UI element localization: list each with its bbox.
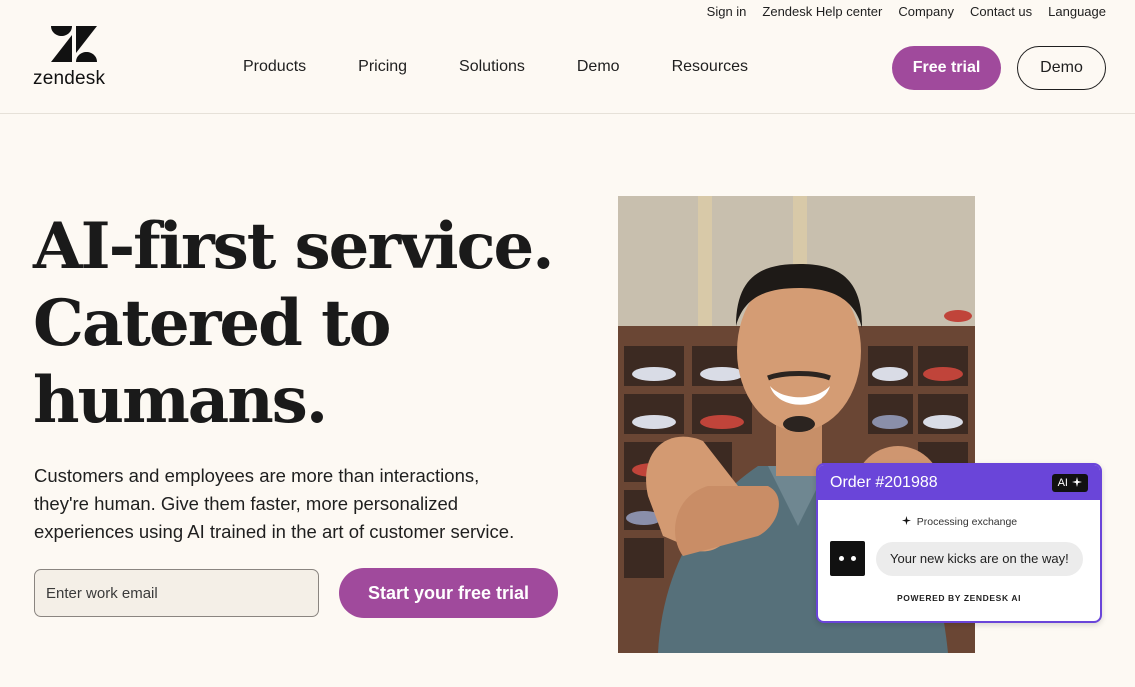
hero-title: AI-first service. Catered to humans. — [33, 208, 555, 439]
processing-status: Processing exchange — [818, 516, 1100, 528]
zendesk-logo[interactable]: zendesk — [33, 26, 123, 92]
nav-pricing[interactable]: Pricing — [358, 58, 407, 76]
chat-message-bubble: Your new kicks are on the way! — [876, 542, 1083, 576]
zendesk-logo-icon — [51, 26, 97, 62]
hero-subtitle: Customers and employees are more than in… — [34, 462, 574, 546]
processing-status-text: Processing exchange — [916, 516, 1018, 528]
hero-title-line: AI-first service. — [33, 209, 555, 284]
order-number: Order #201988 — [830, 473, 938, 491]
free-trial-button[interactable]: Free trial — [892, 46, 1001, 90]
language-link[interactable]: Language — [1048, 4, 1106, 19]
hero-title-line: Catered to — [33, 286, 391, 361]
start-free-trial-button[interactable]: Start your free trial — [339, 568, 558, 618]
logo-wordmark: zendesk — [33, 68, 106, 89]
company-link[interactable]: Company — [898, 4, 954, 19]
ai-badge: AI — [1051, 473, 1088, 492]
work-email-input[interactable] — [34, 569, 319, 617]
hero-title-line: humans. — [33, 363, 328, 438]
ai-badge-label: AI — [1057, 476, 1068, 489]
sign-in-link[interactable]: Sign in — [707, 4, 747, 19]
contact-us-link[interactable]: Contact us — [970, 4, 1032, 19]
help-center-link[interactable]: Zendesk Help center — [762, 4, 882, 19]
site-header: Sign in Zendesk Help center Company Cont… — [0, 0, 1135, 114]
utility-nav: Sign in Zendesk Help center Company Cont… — [707, 4, 1106, 19]
sparkle-icon — [1072, 477, 1082, 487]
powered-by-label: POWERED BY ZENDESK AI — [896, 593, 1022, 603]
main-nav: Products Pricing Solutions Demo Resource… — [243, 58, 800, 76]
nav-products[interactable]: Products — [243, 58, 306, 76]
hero-subtitle-line: they're human. Give them faster, more pe… — [34, 493, 459, 514]
sparkle-icon — [901, 516, 911, 526]
nav-resources[interactable]: Resources — [672, 58, 748, 76]
hero-subtitle-line: Customers and employees are more than in… — [34, 465, 480, 486]
nav-solutions[interactable]: Solutions — [459, 58, 525, 76]
bot-avatar-icon — [830, 541, 865, 576]
chat-card-header: Order #201988 AI — [818, 465, 1100, 500]
ai-chat-card: Order #201988 AI Processing exchange You… — [816, 463, 1102, 623]
nav-demo[interactable]: Demo — [577, 58, 620, 76]
hero-subtitle-line: experiences using AI trained in the art … — [34, 521, 515, 542]
demo-button[interactable]: Demo — [1017, 46, 1106, 90]
